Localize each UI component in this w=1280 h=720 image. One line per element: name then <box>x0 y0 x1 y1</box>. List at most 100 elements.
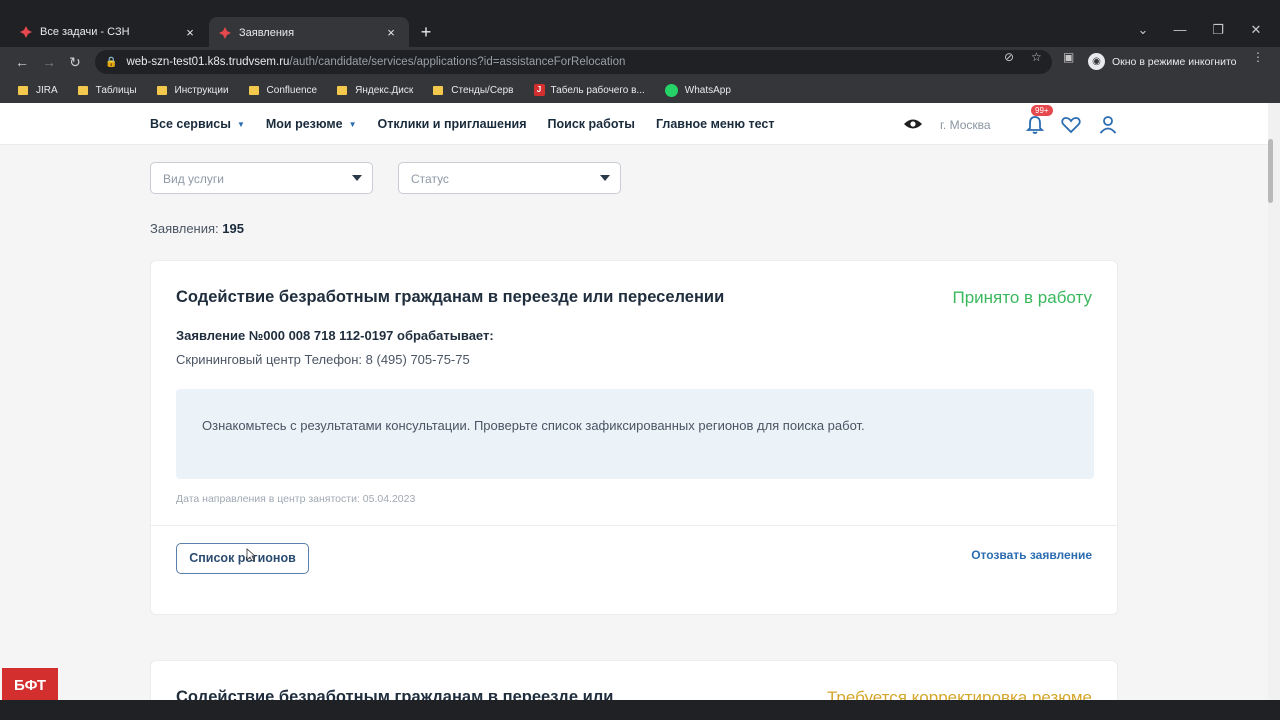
tab-applications[interactable]: Заявления × <box>209 17 409 48</box>
nav-responses[interactable]: Отклики и приглашения <box>378 117 527 131</box>
scrollbar-thumb[interactable] <box>1268 139 1273 203</box>
caret-down-icon: ▼ <box>348 119 357 129</box>
folder-icon <box>156 85 167 95</box>
bookmark-label: Стенды/Серв <box>451 84 514 96</box>
browser-tab-strip: Все задачи - СЗН × Заявления × + ⌄ — ❐ ✕ <box>0 0 1280 48</box>
folder-icon <box>77 85 88 95</box>
status-badge: Требуется корректировка резюме <box>826 688 1092 700</box>
main-nav: Все сервисы ▼ Мои резюме ▼ Отклики и пригл… <box>150 117 795 131</box>
address-bar[interactable]: 🔒 web-szn-test01.k8s.trudvsem.ru/auth/ca… <box>95 50 1052 74</box>
site-header: Все сервисы ▼ Мои резюме ▼ Отклики и пригл… <box>0 103 1268 145</box>
bookmark-yandex-disk[interactable]: Яндекс.Диск <box>337 85 413 96</box>
bookmark-jira[interactable]: JIRA <box>18 85 58 96</box>
info-notice: Ознакомьтесь с результатами консультации… <box>176 389 1094 479</box>
bookmark-label: Confluence <box>266 84 318 96</box>
city-selector[interactable]: г. Москва <box>940 118 991 132</box>
processing-center: Скрининговый центр Телефон: 8 (495) 705-… <box>176 352 470 367</box>
folder-icon <box>337 85 348 95</box>
user-icon[interactable] <box>1097 114 1119 136</box>
whatsapp-icon <box>664 83 678 97</box>
tab-all-tasks[interactable]: Все задачи - СЗН × <box>10 17 208 47</box>
bookmark-instructions[interactable]: Инструкции <box>156 84 229 96</box>
application-card: Содействие безработным гражданам в перее… <box>150 260 1118 615</box>
select-placeholder: Статус <box>411 172 449 186</box>
bookmark-timesheet[interactable]: J Табель рабочего в... <box>533 84 645 96</box>
page-viewport: Все сервисы ▼ Мои резюме ▼ Отклики и пригл… <box>0 103 1280 700</box>
reload-icon[interactable]: ↻ <box>66 53 84 71</box>
bookmark-confluence[interactable]: Confluence <box>248 84 318 96</box>
side-panel-icon[interactable]: ▣ <box>1063 50 1074 64</box>
nav-label: Отклики и приглашения <box>377 117 527 131</box>
mouse-cursor-icon <box>246 548 256 562</box>
folder-icon <box>18 85 28 95</box>
dropdown-arrow-icon <box>600 175 610 181</box>
bookmark-label: JIRA <box>36 84 58 96</box>
bookmarks-bar: JIRA Таблицы Инструкции Confluence Яндек… <box>0 77 1280 103</box>
bookmark-label: WhatsApp <box>684 84 731 96</box>
count-value: 195 <box>222 221 244 236</box>
app-logo-icon <box>20 26 32 38</box>
incognito-icon: ◉ <box>1088 53 1105 70</box>
tab-title: Все задачи - СЗН <box>40 26 130 38</box>
nav-main-menu-test[interactable]: Главное меню тест <box>656 117 775 131</box>
referral-date: Дата направления в центр занятости: 05.0… <box>176 493 416 505</box>
back-icon[interactable]: ← <box>13 53 31 71</box>
j-app-icon: J <box>533 84 545 96</box>
status-select[interactable]: Статус <box>398 162 621 194</box>
forward-icon[interactable]: → <box>40 53 58 71</box>
nav-my-resumes[interactable]: Мои резюме ▼ <box>266 117 357 131</box>
close-window-icon[interactable]: ✕ <box>1246 22 1266 38</box>
restore-icon[interactable]: ❐ <box>1208 22 1228 38</box>
bookmark-label: Табель рабочего в... <box>550 84 645 96</box>
nav-all-services[interactable]: Все сервисы ▼ <box>150 117 245 131</box>
tab-search-icon[interactable]: ⌄ <box>1133 22 1153 38</box>
url-host: web-szn-test01.k8s.trudvsem.ru <box>126 56 290 68</box>
card-title: Содействие безработным гражданам в перее… <box>176 288 725 306</box>
folder-icon <box>433 85 444 95</box>
status-badge: Принято в работу <box>952 288 1093 307</box>
menu-kebab-icon[interactable]: ⋮ <box>1252 50 1264 64</box>
bookmark-whatsapp[interactable]: WhatsApp <box>664 83 731 97</box>
new-tab-button[interactable]: + <box>416 22 436 42</box>
nav-label: Все сервисы <box>150 117 231 131</box>
folder-icon <box>248 85 259 95</box>
bookmark-stands[interactable]: Стенды/Серв <box>433 84 514 96</box>
nav-label: Поиск работы <box>547 117 635 131</box>
nav-label: Мои резюме <box>265 117 343 131</box>
card-title: Содействие безработным гражданам в перее… <box>176 688 614 700</box>
minimize-icon[interactable]: — <box>1170 22 1190 37</box>
nav-job-search[interactable]: Поиск работы <box>548 117 635 131</box>
application-number: Заявление №000 008 718 112-0197 обрабаты… <box>176 328 494 343</box>
tab-title: Заявления <box>239 26 295 39</box>
bottom-bar <box>0 700 1280 720</box>
incognito-label: Окно в режиме инкогнито <box>1112 55 1237 68</box>
applications-count: Заявления: 195 <box>150 221 244 236</box>
select-placeholder: Вид услуги <box>163 172 224 186</box>
count-label: Заявления: <box>150 221 219 236</box>
caret-down-icon: ▼ <box>236 119 245 129</box>
withdraw-application-link[interactable]: Отозвать заявление <box>971 548 1092 562</box>
app-logo-icon <box>219 26 231 39</box>
notifications-badge: 99+ <box>1031 105 1053 116</box>
close-tab-icon[interactable]: × <box>383 25 399 40</box>
bookmark-star-icon[interactable]: ☆ <box>1031 50 1042 64</box>
eye-off-icon[interactable]: ⊘ <box>1004 50 1014 64</box>
dropdown-arrow-icon <box>352 175 362 181</box>
bookmark-label: Яндекс.Диск <box>355 84 414 96</box>
application-card: Содействие безработным гражданам в перее… <box>150 660 1118 700</box>
divider <box>151 525 1117 526</box>
nav-label: Главное меню тест <box>655 117 775 131</box>
url-path: /auth/candidate/services/applications?id… <box>289 56 626 68</box>
lock-icon: 🔒 <box>105 56 118 68</box>
close-tab-icon[interactable]: × <box>182 25 198 40</box>
notice-text: Ознакомьтесь с результатами консультации… <box>202 418 865 433</box>
bookmark-label: Таблицы <box>95 84 137 96</box>
bookmark-label: Инструкции <box>174 84 229 96</box>
accessibility-eye-icon[interactable] <box>903 118 923 130</box>
bookmark-tables[interactable]: Таблицы <box>77 84 137 96</box>
regions-list-button[interactable]: Список регионов <box>176 543 309 574</box>
bell-icon[interactable] <box>1024 114 1046 136</box>
incognito-indicator[interactable]: ◉ Окно в режиме инкогнито <box>1088 53 1236 70</box>
heart-icon[interactable] <box>1060 114 1082 136</box>
service-type-select[interactable]: Вид услуги <box>150 162 373 194</box>
